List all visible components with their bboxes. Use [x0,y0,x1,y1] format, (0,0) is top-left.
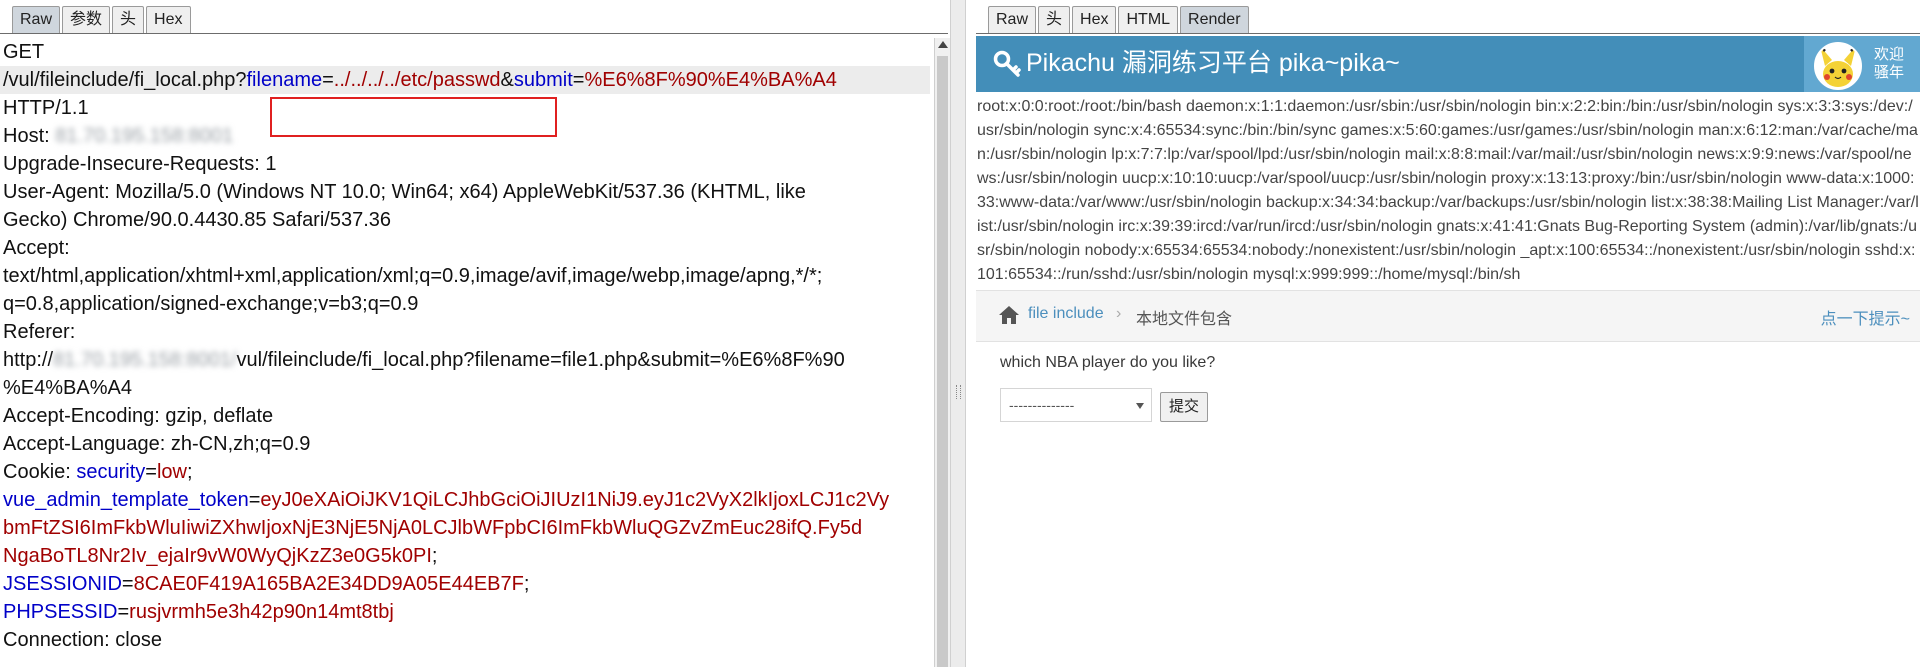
referer-value: http://81.70.195.158:8001/vul/fileinclud… [0,346,930,374]
welcome-line: 欢迎 [1874,46,1905,63]
welcome-username: 骚年 [1874,64,1905,81]
cookie-token-key: vue_admin_template_token [3,489,249,511]
response-panel: Raw 头 Hex HTML Render Pikachu 漏洞练习平台 pik… [966,0,1920,667]
site-title: Pikachu 漏洞练习平台 pika~pika~ [1026,49,1400,77]
response-tabs: Raw 头 Hex HTML Render [988,6,1251,34]
tab-hex[interactable]: Hex [1072,6,1117,34]
tab-hex[interactable]: Hex [146,6,191,34]
referer-path: vul/fileinclude/fi_local.php?filename=fi… [236,349,845,371]
cookie-security-value: low [156,461,187,483]
ampersand: & [500,69,514,91]
tab-raw[interactable]: Raw [988,6,1037,34]
submit-button[interactable]: 提交 [1160,392,1209,422]
cookie-jsessionid-line: JSESSIONID=8CAE0F419A165BA2E34DD9A05E44E… [0,570,930,598]
referer-label: Referer: [3,321,76,343]
param-submit-value: %E6%8F%90%E4%BA%A4 [584,69,837,91]
cookie-token-value-end: NgaBoTL8Nr2Iv_ejaIr9vW0WyQjKzZ3e0G5k0PI; [0,542,930,570]
equals-sign: = [117,601,130,623]
scroll-up-arrow-icon[interactable] [938,41,948,48]
form-question: which NBA player do you like? [1000,354,1216,371]
editor-scrollbar[interactable] [934,38,950,667]
breadcrumb-link[interactable]: file include [1028,305,1104,323]
breadcrumb-current: 本地文件包含 [1136,311,1233,328]
semicolon: ; [523,573,530,595]
equals-sign: = [572,69,585,91]
cookie-token-value: eyJ0eXAiOiJKV1QiLCJhbGciOiJIUzI1NiJ9.eyJ… [260,489,890,511]
breadcrumb: file include › 本地文件包含 点一下提示~ [976,290,1920,342]
equals-sign: = [322,69,334,91]
welcome-text: 欢迎 骚年 [1874,46,1904,82]
tab-render[interactable]: Render [1180,6,1249,34]
param-submit-key: submit [513,69,573,91]
user-agent-header: User-Agent: Mozilla/5.0 (Windows NT 10.0… [3,181,806,203]
http-method: GET [3,41,45,63]
breadcrumb-separator-icon: › [1116,305,1122,322]
avatar [1814,42,1862,90]
param-filename-value: ../../../../etc/passwd [333,69,501,91]
request-line-path: /vul/fileinclude/fi_local.php?filename=.… [0,66,930,94]
accept-value-cont: q=0.8,application/signed-exchange;v=b3;q… [3,293,419,315]
request-editor[interactable]: GET /vul/fileinclude/fi_local.php?filena… [0,38,930,667]
tab-raw[interactable]: Raw [12,6,61,34]
rendered-page: Pikachu 漏洞练习平台 pika~pika~ 欢迎 骚年 root:x:0… [976,36,1920,667]
equals-sign: = [121,573,134,595]
tab-headers[interactable]: 头 [112,6,145,34]
request-panel: Raw 参数 头 Hex GET /vul/fileinclude/fi_loc… [0,0,950,667]
connection-header: Connection: close [3,629,162,651]
cookie-label: Cookie: [3,461,77,483]
user-menu[interactable]: 欢迎 骚年 [1804,36,1920,92]
cookie-jsessionid-value: 8CAE0F419A165BA2E34DD9A05E44EB7F [133,573,524,595]
cookie-token-value-tail: NgaBoTL8Nr2Iv_ejaIr9vW0WyQjKzZ3e0G5k0PI [3,545,432,567]
accept-language-header: Accept-Language: zh-CN,zh;q=0.9 [3,433,311,455]
accept-label: Accept: [3,237,70,259]
request-tabs: Raw 参数 头 Hex [12,6,193,34]
host-value-redacted: 81.70.195.158:8001 [55,125,234,147]
user-agent-header-cont: Gecko) Chrome/90.0.4430.85 Safari/537.36 [3,209,392,231]
cookie-token-line: vue_admin_template_token=eyJ0eXAiOiJKV1Q… [0,486,930,514]
tab-divider [0,33,948,34]
equals-sign: = [145,461,157,483]
upgrade-header: Upgrade-Insecure-Requests: 1 [3,153,277,175]
cookie-jsessionid-key: JSESSIONID [3,573,122,595]
tab-divider [976,33,1920,34]
key-icon [993,50,1021,77]
semicolon: ; [186,461,193,483]
tab-headers[interactable]: 头 [1038,6,1071,34]
chevron-down-icon [1136,403,1144,409]
referer-scheme: http:// [3,349,54,371]
equals-sign: = [248,489,261,511]
request-path: /vul/fileinclude/fi_local.php? [3,69,247,91]
param-filename-key: filename [246,69,323,91]
home-icon[interactable] [998,305,1020,325]
payload-highlight-box [270,97,557,137]
grip-icon[interactable] [956,385,961,399]
cookie-phpsessid-line: PHPSESSID=rusjvrmh5e3h42p90n14mt8tbj [0,598,930,626]
accept-encoding-header: Accept-Encoding: gzip, deflate [3,405,274,427]
pikachu-avatar-icon [1816,44,1860,88]
scroll-thumb[interactable] [937,56,948,667]
cookie-security-key: security [76,461,146,483]
site-header: Pikachu 漏洞练习平台 pika~pika~ 欢迎 骚年 [976,36,1920,92]
included-file-output: root:x:0:0:root:/root:/bin/bash daemon:x… [977,98,1919,283]
select-value: -------------- [1009,397,1075,413]
cookie-phpsessid-value: rusjvrmh5e3h42p90n14mt8tbj [129,601,394,623]
tab-params[interactable]: 参数 [62,6,111,34]
request-line-method: GET [0,38,930,66]
tab-html[interactable]: HTML [1118,6,1179,34]
accept-value: text/html,application/xhtml+xml,applicat… [3,265,823,287]
hint-link[interactable]: 点一下提示~ [1821,305,1910,329]
host-label: Host: [3,125,50,147]
referer-value-cont: %E4%BA%A4 [3,377,132,399]
cookie-header: Cookie: security=low; [0,458,930,486]
player-form: which NBA player do you like? ----------… [976,342,1920,462]
referer-host-redacted: 81.70.195.158:8001/ [53,349,237,371]
panel-splitter[interactable] [950,0,966,667]
cookie-token-value-cont: bmFtZSI6ImFkbWluIiwiZXhwIjoxNjE3NjE5NjA0… [3,517,863,539]
player-select[interactable]: -------------- [1000,388,1152,422]
cookie-phpsessid-key: PHPSESSID [3,601,118,623]
semicolon: ; [431,545,438,567]
